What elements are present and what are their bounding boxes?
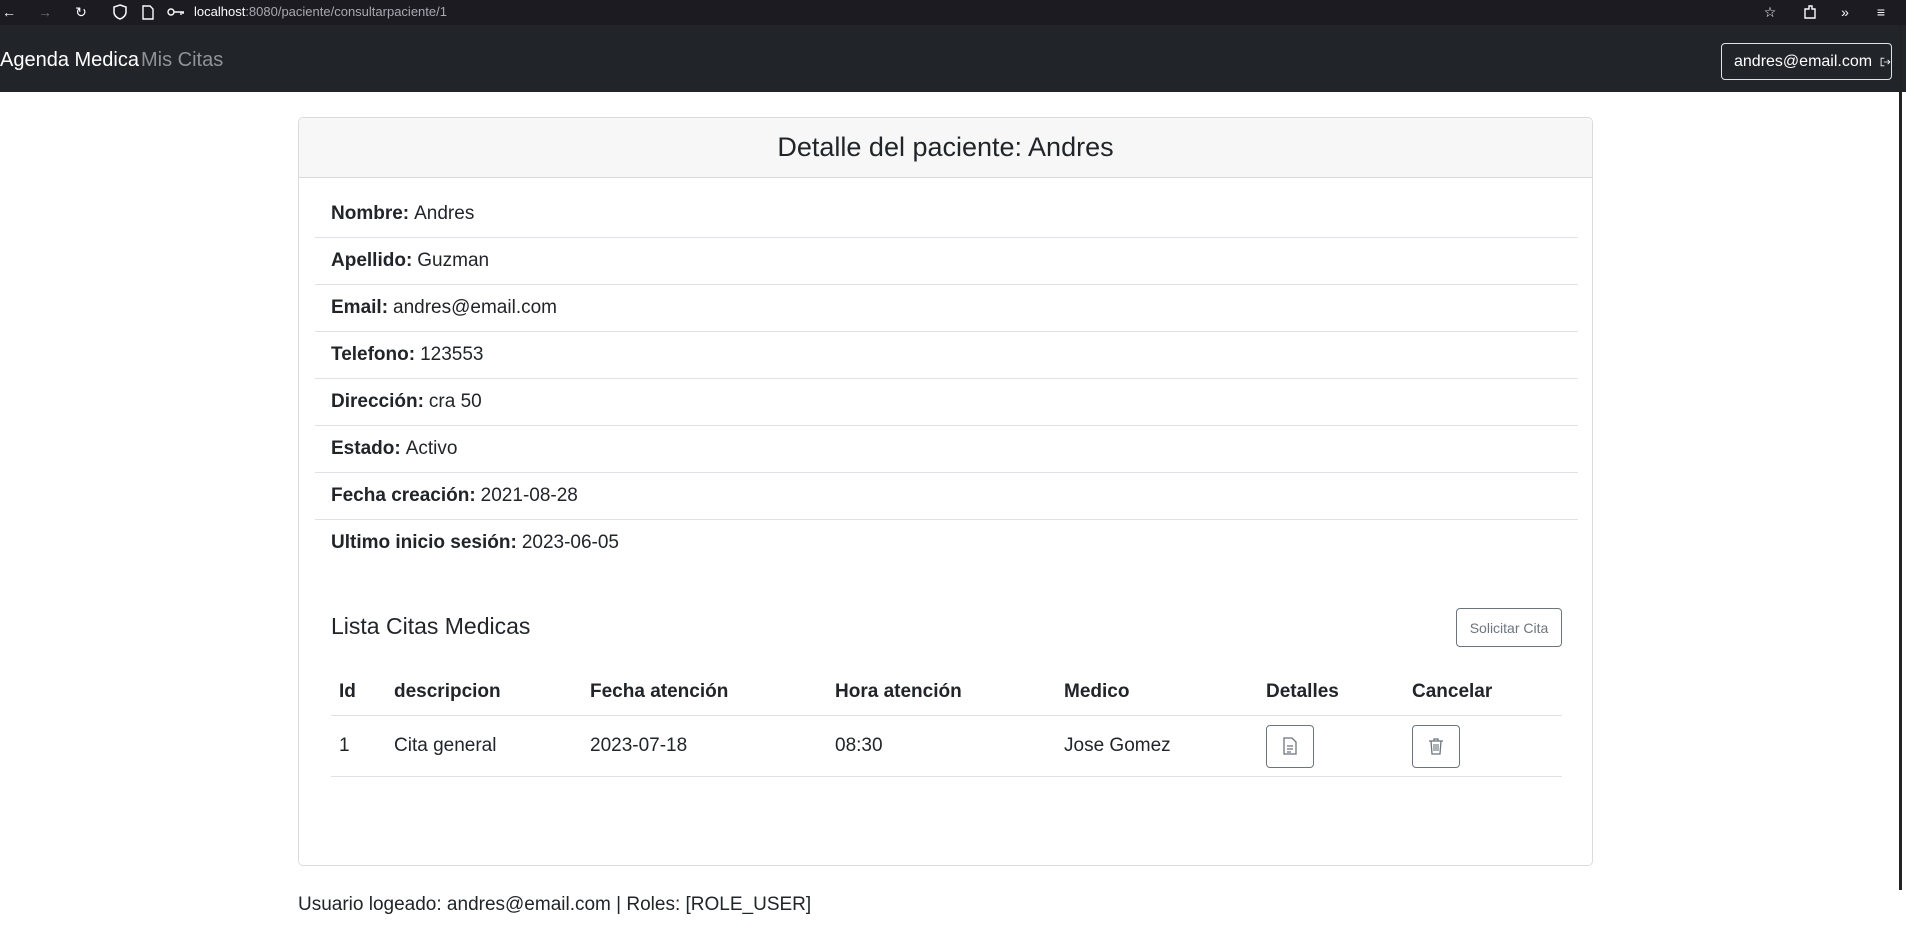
- detail-label: Apellido:: [331, 250, 413, 271]
- column-header: Id: [331, 669, 386, 716]
- logout-button[interactable]: andres@email.com: [1721, 43, 1892, 80]
- detail-value: cra 50: [428, 391, 482, 412]
- cell-medico: Jose Gomez: [1056, 715, 1258, 777]
- table-row: 1 Cita general 2023-07-18 08:30 Jose Gom…: [331, 715, 1562, 777]
- card-header: Detalle del paciente: Andres: [299, 118, 1592, 178]
- detail-value: Guzman: [417, 250, 490, 271]
- cell-fecha: 2023-07-18: [582, 715, 827, 777]
- cell-detalles: [1258, 715, 1404, 777]
- nav-link-mis-citas[interactable]: Mis Citas: [141, 49, 223, 72]
- cell-id: 1: [331, 715, 386, 777]
- citas-list-title: Lista Citas Medicas: [331, 613, 531, 639]
- detail-value: 2023-06-05: [521, 532, 620, 553]
- page-title: Detalle del paciente: Andres: [777, 132, 1114, 162]
- reload-icon[interactable]: ↻: [72, 3, 90, 21]
- cancelar-button[interactable]: [1412, 724, 1460, 768]
- page-icon: [139, 3, 157, 21]
- detalles-button[interactable]: [1266, 724, 1314, 768]
- column-header: Detalles: [1258, 669, 1404, 716]
- document-icon: [1283, 737, 1297, 755]
- detail-label: Telefono:: [331, 344, 416, 365]
- cell-cancelar: [1404, 715, 1562, 777]
- citas-table: Id descripcion Fecha atención Hora atenc…: [331, 669, 1562, 777]
- detail-value: 2021-08-28: [480, 485, 578, 506]
- back-icon[interactable]: ←: [0, 3, 18, 21]
- detail-telefono: Telefono: 123553: [315, 332, 1578, 379]
- solicitar-cita-button[interactable]: Solicitar Cita: [1456, 608, 1562, 647]
- menu-icon[interactable]: ≡: [1872, 3, 1890, 21]
- detail-value: andres@email.com: [393, 297, 557, 318]
- column-header: descripcion: [386, 669, 582, 716]
- forward-icon[interactable]: →: [36, 3, 54, 21]
- patient-card: Detalle del paciente: Andres Nombre: Andr…: [298, 117, 1593, 866]
- detail-estado: Estado: Activo: [315, 426, 1578, 473]
- detail-direccion: Dirección: cra 50: [315, 379, 1578, 426]
- app-navbar: Agenda Medica Mis Citas andres@email.com: [0, 25, 1906, 92]
- detail-fecha-creacion: Fecha creación: 2021-08-28: [315, 473, 1578, 520]
- detail-value: Activo: [405, 438, 458, 459]
- detail-label: Fecha creación:: [331, 485, 476, 506]
- key-icon[interactable]: [167, 3, 185, 21]
- table-header-row: Id descripcion Fecha atención Hora atenc…: [331, 669, 1562, 716]
- detail-nombre: Nombre: Andres: [315, 191, 1578, 238]
- url-path: :8080/paciente/consultarpaciente/1: [245, 4, 447, 19]
- bookmark-star-icon[interactable]: ☆: [1761, 3, 1779, 21]
- url-host: localhost: [194, 4, 246, 19]
- detail-label: Ultimo inicio sesión:: [331, 532, 517, 553]
- detail-ultimo-inicio: Ultimo inicio sesión: 2023-06-05: [315, 520, 1578, 566]
- extensions-icon[interactable]: [1801, 3, 1819, 21]
- detail-value: Andres: [414, 203, 475, 224]
- detail-label: Nombre:: [331, 203, 410, 224]
- detail-label: Estado:: [331, 438, 401, 459]
- shield-icon[interactable]: [111, 3, 129, 21]
- column-header: Cancelar: [1404, 669, 1562, 716]
- detail-email: Email: andres@email.com: [315, 285, 1578, 332]
- column-header: Medico: [1056, 669, 1258, 716]
- column-header: Fecha atención: [582, 669, 827, 716]
- overflow-chevron-icon[interactable]: »: [1836, 3, 1854, 21]
- detail-label: Dirección:: [331, 391, 424, 412]
- detail-value: 123553: [420, 344, 484, 365]
- url-bar[interactable]: localhost:8080/paciente/consultarpacient…: [194, 4, 447, 19]
- trash-icon: [1429, 738, 1443, 755]
- cell-hora: 08:30: [827, 715, 1056, 777]
- user-email-label: andres@email.com: [1734, 52, 1873, 70]
- page-scrollbar[interactable]: [1899, 25, 1902, 890]
- logout-icon: [1880, 57, 1891, 66]
- detail-apellido: Apellido: Guzman: [315, 238, 1578, 285]
- column-header: Hora atención: [827, 669, 1056, 716]
- cell-descripcion: Cita general: [386, 715, 582, 777]
- browser-toolbar: ← → ↻ localhost:8080/paciente/consultarp…: [0, 0, 1906, 25]
- brand-link[interactable]: Agenda Medica: [0, 49, 139, 72]
- patient-detail-list: Nombre: Andres Apellido: Guzman Email: andr…: [315, 191, 1578, 566]
- detail-label: Email:: [331, 297, 389, 318]
- footer-user-info: Usuario logeado: andres@email.com | Role…: [298, 894, 812, 915]
